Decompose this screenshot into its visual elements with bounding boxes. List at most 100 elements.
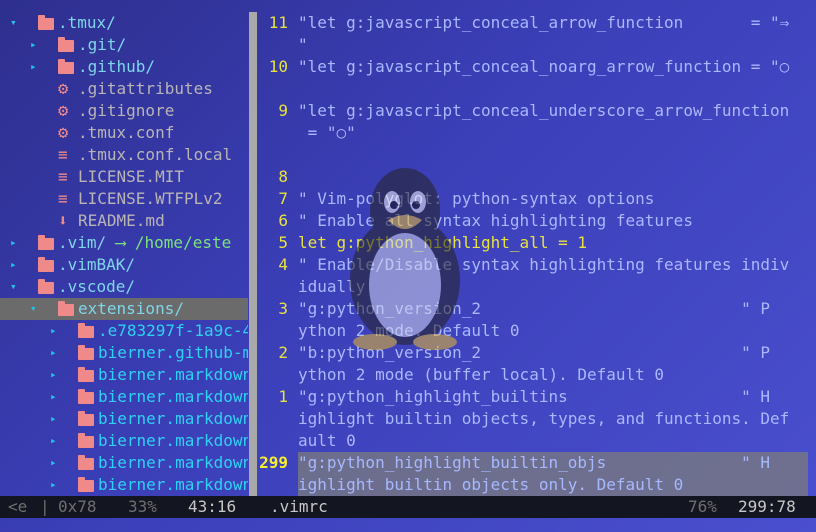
tree-row[interactable]: ≡ LICENSE.WTFPLv2	[0, 188, 248, 210]
code-line[interactable]: ython 2 mode (buffer local). Default 0	[298, 364, 664, 386]
chevron-right-icon[interactable]: ▸	[50, 342, 57, 364]
code-line[interactable]: = "○"	[298, 122, 356, 144]
folder-icon	[78, 433, 94, 448]
gear-icon: ⚙	[58, 79, 69, 99]
chevron-right-icon[interactable]: ▸	[50, 474, 57, 496]
tree-row[interactable]: ▸ bierner.markdown	[0, 386, 248, 408]
download-icon: ⬇	[58, 211, 68, 230]
tux-penguin-watermark	[350, 168, 460, 350]
line-number	[258, 364, 288, 386]
tree-row[interactable]: ▾ .vscode/	[0, 276, 248, 298]
folder-icon	[78, 323, 94, 338]
line-number	[258, 408, 288, 430]
line-number: 11	[268, 13, 288, 32]
tree-row[interactable]: ⚙ .gitignore	[0, 100, 248, 122]
folder-icon	[58, 301, 74, 316]
tree-item-name: bierner.markdown	[98, 431, 248, 450]
chevron-right-icon[interactable]: ▸	[50, 364, 57, 386]
tree-item-name: .vim/	[58, 233, 107, 252]
tree-item-name: LICENSE.MIT	[78, 167, 184, 186]
line-number	[258, 276, 288, 298]
status-mode: <e	[8, 497, 28, 516]
line-number: 3	[278, 299, 288, 318]
tree-item-name: .github/	[78, 57, 156, 76]
tree-row[interactable]: ▾ extensions/	[0, 298, 248, 320]
line-number: 7	[278, 189, 288, 208]
code-line[interactable]: "g:python_highlight_builtin_objs " H	[298, 452, 770, 474]
line-number	[258, 474, 288, 496]
code-line[interactable]: ighlight builtin objects, types, and fun…	[298, 408, 789, 430]
chevron-right-icon[interactable]: ▸	[10, 254, 17, 276]
status-bar: <e | 0x78 33% 43:16 .vimrc 76% 299:78	[0, 496, 816, 518]
chevron-right-icon[interactable]: ▸	[50, 452, 57, 474]
tree-row[interactable]: ▸ .github/	[0, 56, 248, 78]
tree-item-name: bierner.github-m	[98, 343, 248, 362]
code-line[interactable]: "let g:javascript_conceal_underscore_arr…	[298, 100, 789, 122]
tree-row[interactable]: ▸ bierner.markdown	[0, 364, 248, 386]
tree-row[interactable]: ▸ bierner.markdown	[0, 474, 248, 496]
tree-row[interactable]: ▸ .vim/ ⟶ /home/este	[0, 232, 248, 254]
tree-item-name: bierner.markdown	[98, 453, 248, 472]
chevron-right-icon[interactable]: ▸	[50, 386, 57, 408]
tree-row[interactable]: ▸ bierner.markdown	[0, 452, 248, 474]
symlink-target: ⟶ /home/este	[106, 233, 232, 252]
code-line[interactable]: "let g:javascript_conceal_noarg_arrow_fu…	[298, 56, 789, 78]
chevron-right-icon[interactable]: ▸	[50, 430, 57, 452]
line-number: 6	[278, 211, 288, 230]
tree-row[interactable]: ≡ LICENSE.MIT	[0, 166, 248, 188]
tree-row[interactable]: ▸ .e783297f-1a9c-4	[0, 320, 248, 342]
tree-row[interactable]: ≡ .tmux.conf.local	[0, 144, 248, 166]
line-number: 299	[259, 453, 288, 472]
tree-row[interactable]: ⬇ README.md	[0, 210, 248, 232]
tree-row[interactable]: ▸ bierner.markdown	[0, 430, 248, 452]
chevron-right-icon[interactable]: ▸	[10, 232, 17, 254]
line-number: 9	[278, 101, 288, 120]
folder-link-icon	[38, 235, 54, 250]
folder-icon	[78, 477, 94, 492]
tree-item-name: bierner.markdown	[98, 475, 248, 494]
tree-row[interactable]: ▸ .vimBAK/	[0, 254, 248, 276]
code-line[interactable]: "g:python_highlight_builtins " H	[298, 386, 770, 408]
chevron-down-icon[interactable]: ▾	[10, 276, 17, 298]
folder-icon	[58, 37, 74, 52]
line-number: 1	[278, 387, 288, 406]
line-number	[258, 430, 288, 452]
chevron-down-icon[interactable]: ▾	[10, 12, 17, 34]
chevron-right-icon[interactable]: ▸	[50, 320, 57, 342]
tree-item-name: bierner.markdown	[98, 409, 248, 428]
tree-row[interactable]: ⚙ .gitattributes	[0, 78, 248, 100]
code-line[interactable]: "	[298, 34, 308, 56]
line-number: 2	[278, 343, 288, 362]
pane-divider[interactable]	[249, 12, 257, 496]
folder-icon	[78, 345, 94, 360]
chevron-down-icon[interactable]: ▾	[30, 298, 37, 320]
line-number: 5	[278, 233, 288, 252]
tree-row[interactable]: ▸ bierner.markdown	[0, 408, 248, 430]
code-line[interactable]: "let g:javascript_conceal_arrow_function…	[298, 12, 789, 34]
status-left-percent: 33%	[128, 497, 157, 516]
chevron-right-icon[interactable]: ▸	[30, 34, 37, 56]
status-separator: |	[40, 497, 50, 516]
code-line[interactable]: ault 0	[298, 430, 356, 452]
tree-row[interactable]: ▾ .tmux/	[0, 12, 248, 34]
folder-icon	[58, 59, 74, 74]
tree-row[interactable]: ▸ bierner.github-m	[0, 342, 248, 364]
code-line[interactable]: ighlight builtin objects only. Default 0	[298, 474, 683, 496]
line-number	[258, 78, 288, 100]
chevron-right-icon[interactable]: ▸	[30, 56, 37, 78]
tree-item-name: .gitattributes	[78, 79, 213, 98]
tree-row[interactable]: ▸ .git/	[0, 34, 248, 56]
status-right-percent: 76%	[688, 497, 717, 516]
tree-item-name: extensions/	[78, 299, 184, 318]
tree-row[interactable]: ⚙ .tmux.conf	[0, 122, 248, 144]
line-number	[258, 122, 288, 144]
status-right-position: 299:78	[738, 497, 796, 516]
file-tree-pane[interactable]: ▾ .tmux/ ▸ .git/ ▸ .github/ ⚙ .gitattributes ⚙ .g…	[0, 0, 248, 496]
status-left-position: 43:16	[188, 497, 237, 516]
text-file-icon: ≡	[58, 167, 68, 186]
line-number	[258, 34, 288, 56]
text-file-icon: ≡	[58, 145, 68, 164]
tree-item-name: .tmux/	[58, 13, 116, 32]
chevron-right-icon[interactable]: ▸	[50, 408, 57, 430]
folder-icon	[78, 367, 94, 382]
